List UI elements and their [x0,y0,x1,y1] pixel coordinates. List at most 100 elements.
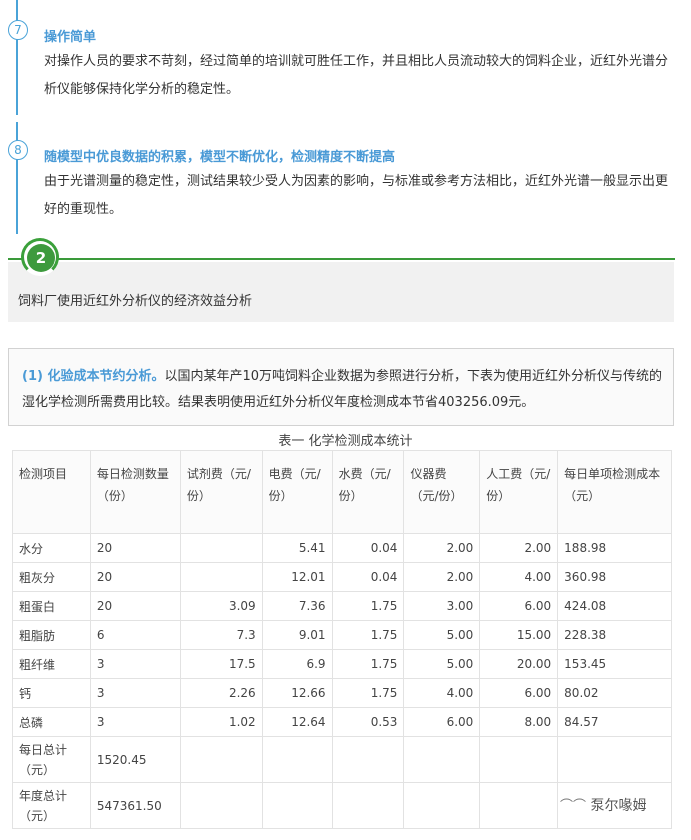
cell [179,736,263,783]
cell: 3.00 [403,591,481,621]
cell: 80.02 [557,678,672,708]
table-title: 表一 化学检测成本统计 [278,434,413,449]
cell [403,782,481,829]
cell: 6.00 [403,707,481,737]
cell: 1.75 [331,678,405,708]
cell: 20 [89,591,181,621]
cell: 6.9 [261,649,333,679]
cell: 7.36 [261,591,333,621]
cell: 2.00 [403,533,481,563]
cell: 2.26 [179,678,263,708]
cell: 0.04 [331,562,405,592]
cell: 20 [89,533,181,563]
header-cell: 水费（元/份） [331,450,405,534]
section-2-badge: 2 [27,244,55,272]
cost-table: 检测项目 每日检测数量（份） 试剂费（元/份） 电费（元/份） 水费（元/份） … [12,450,672,829]
table-row: 粗脂肪 6 7.3 9.01 1.75 5.00 15.00 228.38 [12,620,672,650]
cell: 水分 [12,533,91,563]
table-row: 粗纤维 3 17.5 6.9 1.75 5.00 20.00 153.45 [12,649,672,679]
cell: 6 [89,620,181,650]
cell: 360.98 [557,562,672,592]
cell: 7.3 [179,620,263,650]
cell: 5.00 [403,620,481,650]
header-cell: 检测项目 [12,450,91,534]
table-row: 钙 3 2.26 12.66 1.75 4.00 6.00 80.02 [12,678,672,708]
cell: 6.00 [479,591,559,621]
cell: 228.38 [557,620,672,650]
cell [479,782,559,829]
total-value: 547361.50 [89,782,181,829]
item-body-7: 对操作人员的要求不苛刻，经过简单的培训就可胜任工作，并且相比人员流动较大的饲料企… [44,54,669,97]
cell [179,533,263,563]
cell: 钙 [12,678,91,708]
table-row: 总磷 3 1.02 12.64 0.53 6.00 8.00 84.57 [12,707,672,737]
total-value: 1520.45 [89,736,181,783]
cell: 0.04 [331,533,405,563]
header-cell: 仪器费（元/份） [403,450,481,534]
cell [479,736,559,783]
watermark-text: 泵尔喙姆 [590,798,647,814]
cell [261,736,333,783]
cell: 8.00 [479,707,559,737]
cell: 15.00 [479,620,559,650]
cell: 3 [89,707,181,737]
cell [557,736,672,783]
cell: 12.01 [261,562,333,592]
item-title-8: 随模型中优良数据的积累，模型不断优化，检测精度不断提高 [44,150,396,165]
cell: 6.00 [479,678,559,708]
cell: 153.45 [557,649,672,679]
item-number-7: 7 [8,20,28,40]
cell: 12.66 [261,678,333,708]
cell: 5.41 [261,533,333,563]
cell: 84.57 [557,707,672,737]
total-label: 年度总计（元） [12,782,91,829]
header-cell: 试剂费（元/份） [179,450,263,534]
cell [261,782,333,829]
watermark: ⌒⌒ 泵尔喙姆 [560,795,646,815]
header-cell: 电费（元/份） [261,450,333,534]
cell: 2.00 [479,533,559,563]
cell: 粗蛋白 [12,591,91,621]
cell: 粗纤维 [12,649,91,679]
table-total-row: 每日总计（元） 1520.45 [12,736,672,783]
analysis-text: (1) 化验成本节约分析。以国内某年产10万吨饲料企业数据为参照进行分析，下表为… [22,364,662,416]
header-cell: 人工费（元/份） [479,450,559,534]
total-label: 每日总计（元） [12,736,91,783]
item-number-8: 8 [8,140,28,160]
wechat-icon: ⌒⌒ [560,799,587,814]
analysis-heading: (1) 化验成本节约分析。 [22,369,165,384]
cell: 3.09 [179,591,263,621]
item-title-7: 操作简单 [44,30,97,45]
section-2-title: 饲料厂使用近红外分析仪的经济效益分析 [18,294,253,309]
table-row: 粗蛋白 20 3.09 7.36 1.75 3.00 6.00 424.08 [12,591,672,621]
section-2-divider [8,258,675,260]
cell: 1.75 [331,591,405,621]
cell: 12.64 [261,707,333,737]
cell [179,562,263,592]
cell: 1.75 [331,649,405,679]
cell: 总磷 [12,707,91,737]
cell: 188.98 [557,533,672,563]
cell: 1.75 [331,620,405,650]
cell: 9.01 [261,620,333,650]
cell [331,736,405,783]
header-cell: 每日检测数量（份） [89,450,181,534]
cell: 3 [89,678,181,708]
cell [331,782,405,829]
cell: 粗脂肪 [12,620,91,650]
cell: 粗灰分 [12,562,91,592]
cell: 3 [89,649,181,679]
cell: 4.00 [479,562,559,592]
cell: 2.00 [403,562,481,592]
timeline-line-8 [16,122,18,234]
header-cell: 每日单项检测成本（元） [557,450,672,534]
cell: 4.00 [403,678,481,708]
timeline-line-7 [16,0,18,115]
table-row: 水分 20 5.41 0.04 2.00 2.00 188.98 [12,533,672,563]
table-header-row: 检测项目 每日检测数量（份） 试剂费（元/份） 电费（元/份） 水费（元/份） … [12,450,672,534]
cell: 424.08 [557,591,672,621]
cell: 17.5 [179,649,263,679]
cell [179,782,263,829]
table-row: 粗灰分 20 12.01 0.04 2.00 4.00 360.98 [12,562,672,592]
cell: 20.00 [479,649,559,679]
